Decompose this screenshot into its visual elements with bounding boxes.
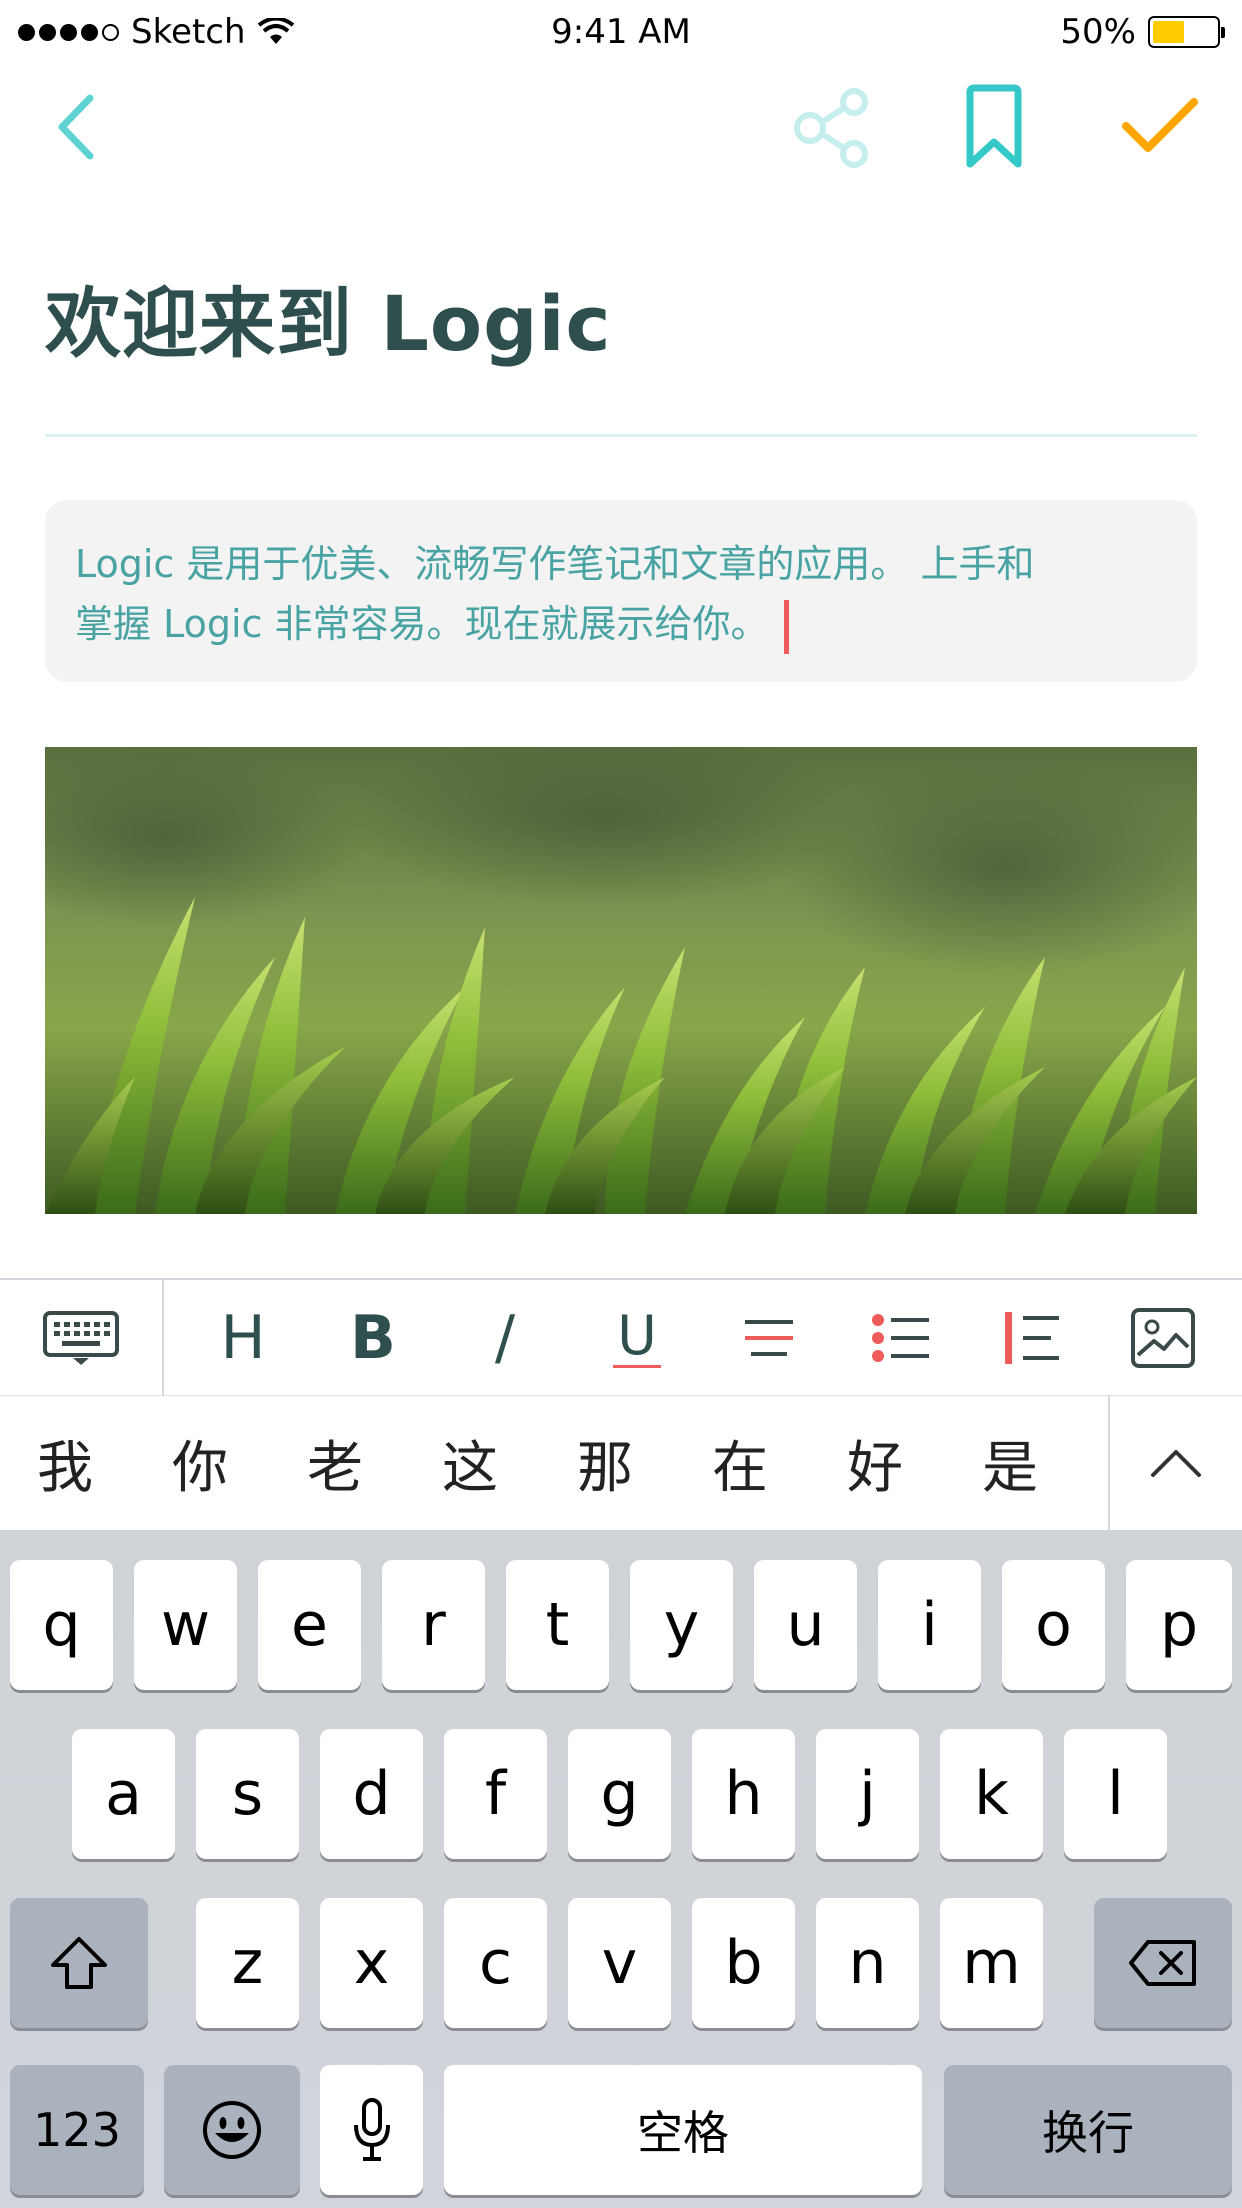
strikethrough-icon [745,1320,793,1356]
candidate-bar: 我 你 老 这 那 在 好 是 [0,1396,1242,1530]
key-f[interactable]: f [444,1729,547,1859]
candidate-item[interactable]: 好 [815,1396,935,1530]
underline-label: U [617,1303,657,1367]
chevron-left-icon[interactable] [52,92,102,162]
heading-button[interactable]: H [188,1280,298,1396]
key-o[interactable]: o [1002,1560,1105,1690]
candidate-item[interactable]: 我 [5,1396,125,1530]
keyboard: q w e r t y u i o p a s d f g h j k l z … [0,1530,1242,2208]
key-b[interactable]: b [692,1898,795,2028]
key-k[interactable]: k [940,1729,1043,1859]
bold-button[interactable]: B [318,1280,428,1396]
quote-block[interactable]: Logic 是用于优美、流畅写作笔记和文章的应用。 上手和 掌握 Logic 非… [45,500,1197,682]
emoji-icon [203,2101,261,2159]
keyboard-toggle-button[interactable] [0,1280,164,1396]
checkmark-icon[interactable] [1120,96,1200,156]
chevron-up-icon [1151,1450,1201,1477]
text-cursor [784,599,790,654]
key-r[interactable]: r [382,1560,485,1690]
candidate-item[interactable]: 在 [680,1396,800,1530]
status-time: 9:41 AM [551,12,691,52]
candidate-item[interactable]: 你 [140,1396,260,1530]
candidate-item[interactable]: 那 [545,1396,665,1530]
key-c[interactable]: c [444,1898,547,2028]
key-j[interactable]: j [816,1729,919,1859]
microphone-icon [353,2098,390,2161]
blockquote-icon [1005,1312,1059,1364]
quote-line: 掌握 Logic 非常容易。现在就展示给你。 [75,602,769,646]
format-toolbar: H B / U [0,1278,1242,1396]
key-e[interactable]: e [258,1560,361,1690]
candidate-item[interactable]: 老 [275,1396,395,1530]
candidate-item[interactable]: 是 [950,1396,1070,1530]
bulleted-list-icon [872,1314,929,1362]
key-w[interactable]: w [134,1560,237,1690]
keyboard-icon [43,1311,119,1365]
shift-icon [51,1937,107,1989]
key-z[interactable]: z [196,1898,299,2028]
delete-key[interactable] [1094,1898,1232,2028]
key-s[interactable]: s [196,1729,299,1859]
quote-line-with-cursor: 掌握 Logic 非常容易。现在就展示给你。 [75,594,1167,654]
strikethrough-button[interactable] [714,1280,824,1396]
key-v[interactable]: v [568,1898,671,2028]
document-title[interactable]: 欢迎来到 Logic [45,262,612,372]
grass-photo[interactable] [45,747,1197,1214]
key-i[interactable]: i [878,1560,981,1690]
bulleted-list-button[interactable] [846,1280,956,1396]
microphone-key[interactable] [320,2065,423,2195]
battery-percentage: 50% [1060,12,1136,52]
insert-image-icon [1131,1308,1195,1368]
key-g[interactable]: g [568,1729,671,1859]
share-icon[interactable] [790,88,880,168]
key-d[interactable]: d [320,1729,423,1859]
status-bar: Sketch 9:41 AM 50% [0,0,1242,66]
delete-icon [1129,1940,1196,1986]
blockquote-button[interactable] [978,1280,1088,1396]
shift-key[interactable] [10,1898,148,2028]
underline-button[interactable]: U [582,1280,692,1396]
key-m[interactable]: m [940,1898,1043,2028]
return-key[interactable]: 换行 [944,2065,1232,2195]
space-key[interactable]: 空格 [444,2065,922,2195]
quote-line: Logic 是用于优美、流畅写作笔记和文章的应用。 上手和 [75,542,1035,586]
key-t[interactable]: t [506,1560,609,1690]
italic-button[interactable]: / [450,1280,560,1396]
insert-image-button[interactable] [1108,1280,1218,1396]
key-u[interactable]: u [754,1560,857,1690]
key-x[interactable]: x [320,1898,423,2028]
key-a[interactable]: a [72,1729,175,1859]
candidate-item[interactable]: 这 [410,1396,530,1530]
key-p[interactable]: p [1126,1560,1232,1690]
key-q[interactable]: q [10,1560,113,1690]
key-y[interactable]: y [630,1560,733,1690]
title-divider [45,434,1197,437]
numbers-key[interactable]: 123 [10,2065,144,2195]
battery-icon [1148,16,1225,48]
key-n[interactable]: n [816,1898,919,2028]
key-h[interactable]: h [692,1729,795,1859]
bookmark-icon[interactable] [962,84,1026,170]
emoji-key[interactable] [164,2065,300,2195]
expand-candidates-button[interactable] [1108,1396,1242,1530]
key-l[interactable]: l [1064,1729,1167,1859]
